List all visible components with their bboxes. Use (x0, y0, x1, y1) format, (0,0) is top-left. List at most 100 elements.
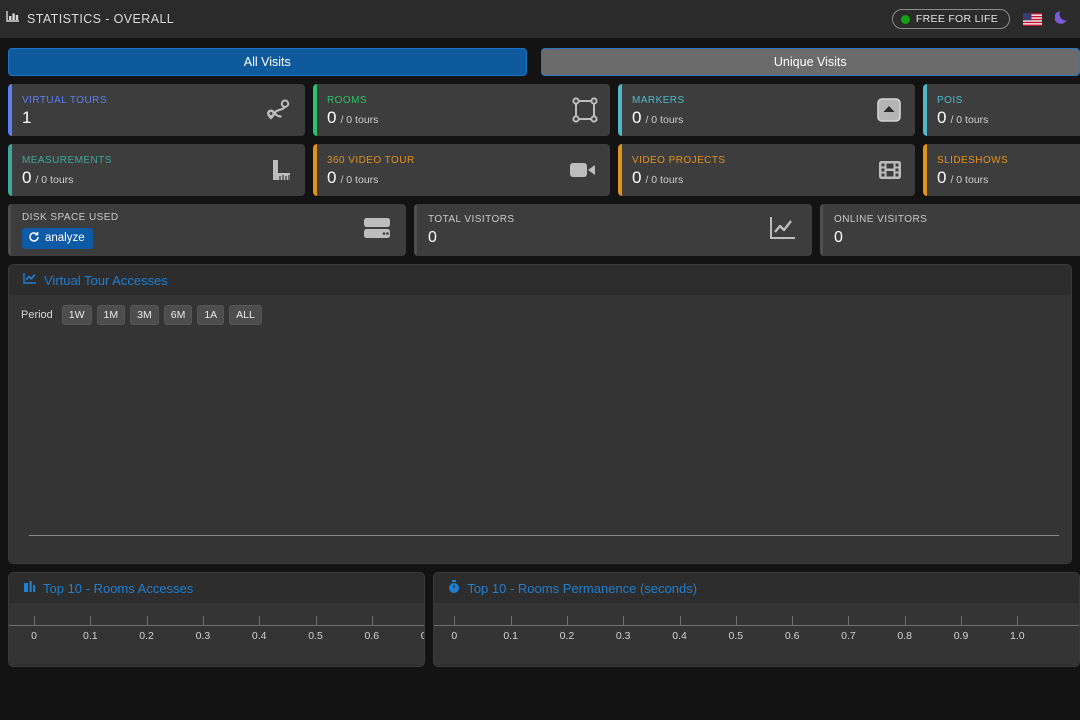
axis-tick-label: 0.4 (252, 630, 267, 642)
kpi-card-grid: VIRTUAL TOURS 1 ROOMS 0 / 0 tours (0, 84, 1080, 196)
axis-tick-label: 0.3 (196, 630, 211, 642)
axis-tick (567, 616, 568, 626)
kpi-value: 1 (22, 109, 31, 126)
analyze-button-label: analyze (45, 232, 85, 244)
refresh-icon (28, 231, 40, 246)
summary-stat-row: DISK SPACE USED analyze TOTAL VISITORS (0, 196, 1080, 256)
axis-tick (905, 616, 906, 626)
chart-x-axis (29, 535, 1059, 536)
axis-tick (848, 616, 849, 626)
period-button-1w[interactable]: 1W (62, 305, 92, 325)
stat-value: 0 (428, 230, 515, 246)
panel-header: Top 10 - Rooms Permanence (seconds) (434, 573, 1079, 603)
analyze-button[interactable]: analyze (22, 228, 93, 249)
panel-title: Virtual Tour Accesses (44, 273, 168, 288)
axis-tick-label: 0.5 (729, 630, 744, 642)
chart-x-axis: 00.10.20.30.40.50.60.70.80.91.0 (434, 603, 1079, 665)
kpi-value-row: 1 (22, 109, 107, 126)
kpi-card-slideshows[interactable]: SLIDESHOWS 0 / 0 tours (923, 144, 1080, 196)
kpi-text: SLIDESHOWS 0 / 0 tours (937, 155, 1008, 186)
kpi-card-measurements[interactable]: MEASUREMENTS 0 / 0 tours (8, 144, 305, 196)
kpi-card-virtual-tours[interactable]: VIRTUAL TOURS 1 (8, 84, 305, 136)
axis-tick (680, 616, 681, 626)
video-camera-icon (568, 159, 598, 181)
stat-value: 0 (834, 230, 927, 246)
axis-tick-label: 0.1 (83, 630, 98, 642)
axis-line (9, 625, 424, 626)
kpi-card-rooms[interactable]: ROOMS 0 / 0 tours (313, 84, 610, 136)
kpi-label: VIDEO PROJECTS (632, 155, 726, 166)
axis-tick-label: 0.5 (308, 630, 323, 642)
kpi-sub: / 0 tours (340, 114, 378, 126)
kpi-value-row: 0 / 0 tours (937, 109, 988, 126)
kpi-value-row: 0 / 0 tours (327, 109, 378, 126)
us-flag-icon[interactable] (1023, 13, 1042, 26)
frame-nodes-icon (572, 97, 598, 123)
server-disk-icon (362, 215, 392, 246)
stat-label: ONLINE VISITORS (834, 214, 927, 225)
axis-tick-label: 0 (451, 630, 457, 642)
axis-tick-label: 0.7 (421, 630, 426, 642)
accesses-chart-body: Period 1W 1M 3M 6M 1A ALL (9, 295, 1071, 563)
period-button-all[interactable]: ALL (229, 305, 262, 325)
panel-title: Top 10 - Rooms Permanence (seconds) (467, 581, 697, 596)
tab-all-visits[interactable]: All Visits (8, 48, 527, 76)
stopwatch-icon (448, 580, 460, 597)
axis-tick (736, 616, 737, 626)
film-strip-icon (877, 158, 903, 182)
axis-tick (1017, 616, 1018, 626)
axis-tick-label: 0.4 (672, 630, 687, 642)
period-selector: Period 1W 1M 3M 6M 1A ALL (21, 305, 1059, 325)
tab-unique-visits-label: Unique Visits (774, 55, 847, 69)
kpi-text: VIRTUAL TOURS 1 (22, 95, 107, 126)
axis-tick-label: 0.2 (139, 630, 154, 642)
axis-tick (316, 616, 317, 626)
axis-tick (259, 616, 260, 626)
kpi-label: MARKERS (632, 95, 685, 106)
tab-unique-visits[interactable]: Unique Visits (541, 48, 1080, 76)
kpi-label: POIS (937, 95, 988, 106)
stat-card-disk-space[interactable]: DISK SPACE USED analyze (8, 204, 406, 256)
kpi-text: ROOMS 0 / 0 tours (327, 95, 378, 126)
title-bar: STATISTICS - OVERALL FREE FOR LIFE (0, 0, 1080, 38)
axis-tick (792, 616, 793, 626)
moon-icon[interactable] (1055, 9, 1070, 30)
chart-x-axis: 00.10.20.30.40.50.60.70.80.91.0 (9, 603, 424, 665)
axis-tick-label: 0.3 (616, 630, 631, 642)
route-pins-icon (263, 97, 293, 123)
kpi-sub: / 0 tours (340, 174, 378, 186)
kpi-sub: / 0 tours (35, 174, 73, 186)
axis-tick (147, 616, 148, 626)
period-button-1m[interactable]: 1M (97, 305, 126, 325)
kpi-sub: / 0 tours (950, 174, 988, 186)
kpi-card-360-video-tour[interactable]: 360 VIDEO TOUR 0 / 0 tours (313, 144, 610, 196)
tab-all-visits-label: All Visits (244, 55, 291, 69)
axis-line (434, 625, 1079, 626)
stat-card-online-visitors[interactable]: ONLINE VISITORS 0 (820, 204, 1080, 256)
axis-tick-label: 0.7 (841, 630, 856, 642)
kpi-card-pois[interactable]: POIS 0 / 0 tours (923, 84, 1080, 136)
axis-tick-label: 0.6 (785, 630, 800, 642)
kpi-value-row: 0 / 0 tours (632, 109, 685, 126)
line-chart-icon (768, 215, 798, 246)
kpi-card-markers[interactable]: MARKERS 0 / 0 tours (618, 84, 915, 136)
kpi-text: 360 VIDEO TOUR 0 / 0 tours (327, 155, 415, 186)
period-button-1a[interactable]: 1A (197, 305, 224, 325)
stat-text: DISK SPACE USED analyze (22, 212, 119, 249)
kpi-label: ROOMS (327, 95, 378, 106)
kpi-text: POIS 0 / 0 tours (937, 95, 988, 126)
virtual-tour-accesses-panel: Virtual Tour Accesses Period 1W 1M 3M 6M… (8, 264, 1072, 564)
visits-tab-bar: All Visits Unique Visits (0, 38, 1080, 84)
kpi-card-video-projects[interactable]: VIDEO PROJECTS 0 / 0 tours (618, 144, 915, 196)
period-button-3m[interactable]: 3M (130, 305, 159, 325)
axis-tick (372, 616, 373, 626)
kpi-label: SLIDESHOWS (937, 155, 1008, 166)
axis-tick (623, 616, 624, 626)
bar-chart-icon (23, 580, 36, 596)
kpi-sub: / 0 tours (645, 174, 683, 186)
axis-tick (511, 616, 512, 626)
marker-button-icon (875, 96, 903, 124)
period-button-6m[interactable]: 6M (164, 305, 193, 325)
stat-card-total-visitors[interactable]: TOTAL VISITORS 0 (414, 204, 812, 256)
plan-status-badge[interactable]: FREE FOR LIFE (892, 9, 1010, 29)
